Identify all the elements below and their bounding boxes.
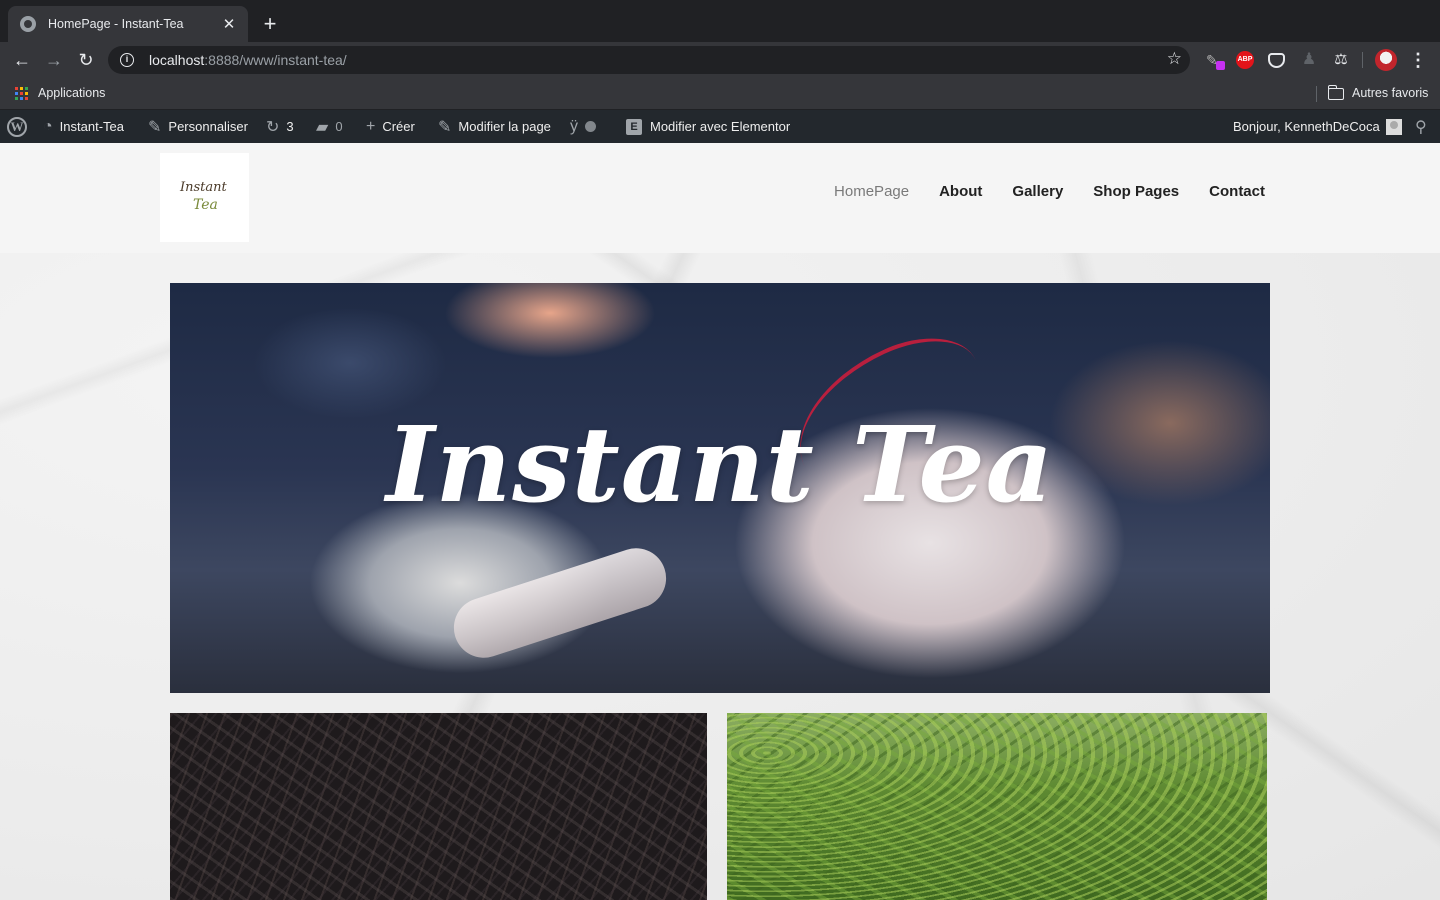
new-tab-icon[interactable]: +	[259, 13, 281, 35]
nav-homepage[interactable]: HomePage	[834, 183, 909, 200]
site-logo[interactable]: Instant Tea	[160, 153, 249, 242]
logo-line2: Tea	[193, 197, 218, 213]
user-greeting: Bonjour, KennethDeCoca	[1233, 119, 1380, 134]
page-content: Instant Tea HomePage About Gallery Shop …	[0, 143, 1440, 900]
close-tab-icon[interactable]: ✕	[220, 15, 238, 33]
apps-grid-icon[interactable]	[15, 87, 28, 100]
edit-page-label: Modifier la page	[458, 119, 551, 134]
site-info-icon[interactable]: i	[120, 53, 134, 67]
elementor-icon: E	[626, 118, 642, 135]
elementor-label: Modifier avec Elementor	[650, 119, 791, 134]
main-nav: HomePage About Gallery Shop Pages Contac…	[804, 183, 1265, 200]
bookmarks-bar: Applications Autres favoris	[0, 78, 1440, 110]
site-header: Instant Tea HomePage About Gallery Shop …	[0, 143, 1440, 253]
chrome-menu-icon[interactable]: ⋮	[1409, 49, 1427, 71]
my-account-menu[interactable]: Bonjour, KennethDeCoca	[1233, 110, 1402, 143]
nav-contact[interactable]: Contact	[1209, 183, 1265, 200]
plus-icon: +	[366, 117, 376, 135]
wordpress-icon: W	[7, 116, 27, 137]
dashboard-icon: ◔	[43, 117, 53, 135]
translate-icon[interactable]: ⚖	[1332, 51, 1350, 69]
comment-icon: ▰	[316, 118, 329, 136]
green-tea-image	[727, 713, 1267, 900]
hero-banner: Instant Tea	[170, 283, 1270, 693]
updates-link[interactable]: ↻ 3	[266, 110, 294, 143]
brush-icon: ✎	[148, 118, 162, 136]
tab-title: HomePage - Instant-Tea	[48, 17, 184, 31]
logo-line1: Instant	[180, 180, 227, 195]
admin-search[interactable]: ⚲	[1415, 110, 1434, 143]
browser-tab[interactable]: HomePage - Instant-Tea ✕	[8, 6, 248, 42]
wp-logo-menu[interactable]: W	[7, 110, 27, 143]
url-host: localhost	[149, 52, 205, 68]
nav-gallery[interactable]: Gallery	[1012, 183, 1063, 200]
black-tea-image	[170, 713, 707, 900]
bookmark-star-icon[interactable]: ☆	[1167, 49, 1182, 69]
hero-title: Instant Tea	[385, 403, 1055, 526]
updates-count: 3	[286, 119, 294, 134]
folder-icon[interactable]	[1327, 85, 1344, 100]
forward-arrow-icon[interactable]: →	[43, 49, 65, 71]
pen-extension-icon[interactable]: ✎	[1206, 51, 1225, 70]
address-bar[interactable]: i localhost:8888/www/instant-tea/ ☆	[108, 46, 1190, 74]
nav-about[interactable]: About	[939, 183, 982, 200]
yoast-menu[interactable]: ÿ	[570, 110, 596, 143]
url-text: localhost:8888/www/instant-tea/	[149, 52, 347, 68]
customize-link[interactable]: ✎ Personnaliser	[148, 110, 248, 143]
other-bookmarks[interactable]: Autres favoris	[1352, 86, 1428, 100]
browser-toolbar: ← → ↻ i localhost:8888/www/instant-tea/ …	[0, 42, 1440, 78]
site-name: Instant-Tea	[59, 119, 124, 134]
wp-admin-bar: W ◔ Instant-Tea ✎ Personnaliser ↻ 3 ▰ 0 …	[0, 110, 1440, 143]
back-arrow-icon[interactable]: ←	[11, 49, 33, 71]
url-path: :8888/www/instant-tea/	[204, 52, 347, 68]
bookmarks-divider	[1316, 86, 1317, 102]
nav-shop-pages[interactable]: Shop Pages	[1093, 183, 1179, 200]
comments-link[interactable]: ▰ 0	[316, 110, 343, 143]
updates-icon: ↻	[266, 118, 280, 136]
apps-bookmark[interactable]: Applications	[38, 86, 105, 100]
ghostery-icon[interactable]: ♟	[1300, 51, 1318, 69]
tab-strip: HomePage - Instant-Tea ✕ +	[0, 0, 1440, 42]
adblock-plus-icon[interactable]: ABP	[1236, 51, 1254, 69]
site-name-menu[interactable]: ◔ Instant-Tea	[43, 110, 124, 143]
search-icon: ⚲	[1415, 118, 1427, 136]
yoast-icon: ÿ	[570, 117, 578, 135]
reload-icon[interactable]: ↻	[75, 49, 97, 71]
profile-avatar[interactable]	[1375, 49, 1397, 71]
new-label: Créer	[382, 119, 415, 134]
pencil-icon: ✎	[438, 118, 452, 136]
new-content-menu[interactable]: + Créer	[366, 110, 415, 143]
pocket-icon[interactable]	[1268, 53, 1285, 68]
comments-count: 0	[335, 119, 343, 134]
edit-page-link[interactable]: ✎ Modifier la page	[438, 110, 551, 143]
teapot-spout	[446, 540, 674, 666]
elementor-link[interactable]: E Modifier avec Elementor	[626, 110, 790, 143]
customize-label: Personnaliser	[168, 119, 248, 134]
toolbar-divider	[1362, 52, 1363, 68]
seo-status-dot	[585, 121, 596, 132]
site-favicon-icon	[20, 16, 36, 32]
user-avatar	[1385, 118, 1402, 135]
